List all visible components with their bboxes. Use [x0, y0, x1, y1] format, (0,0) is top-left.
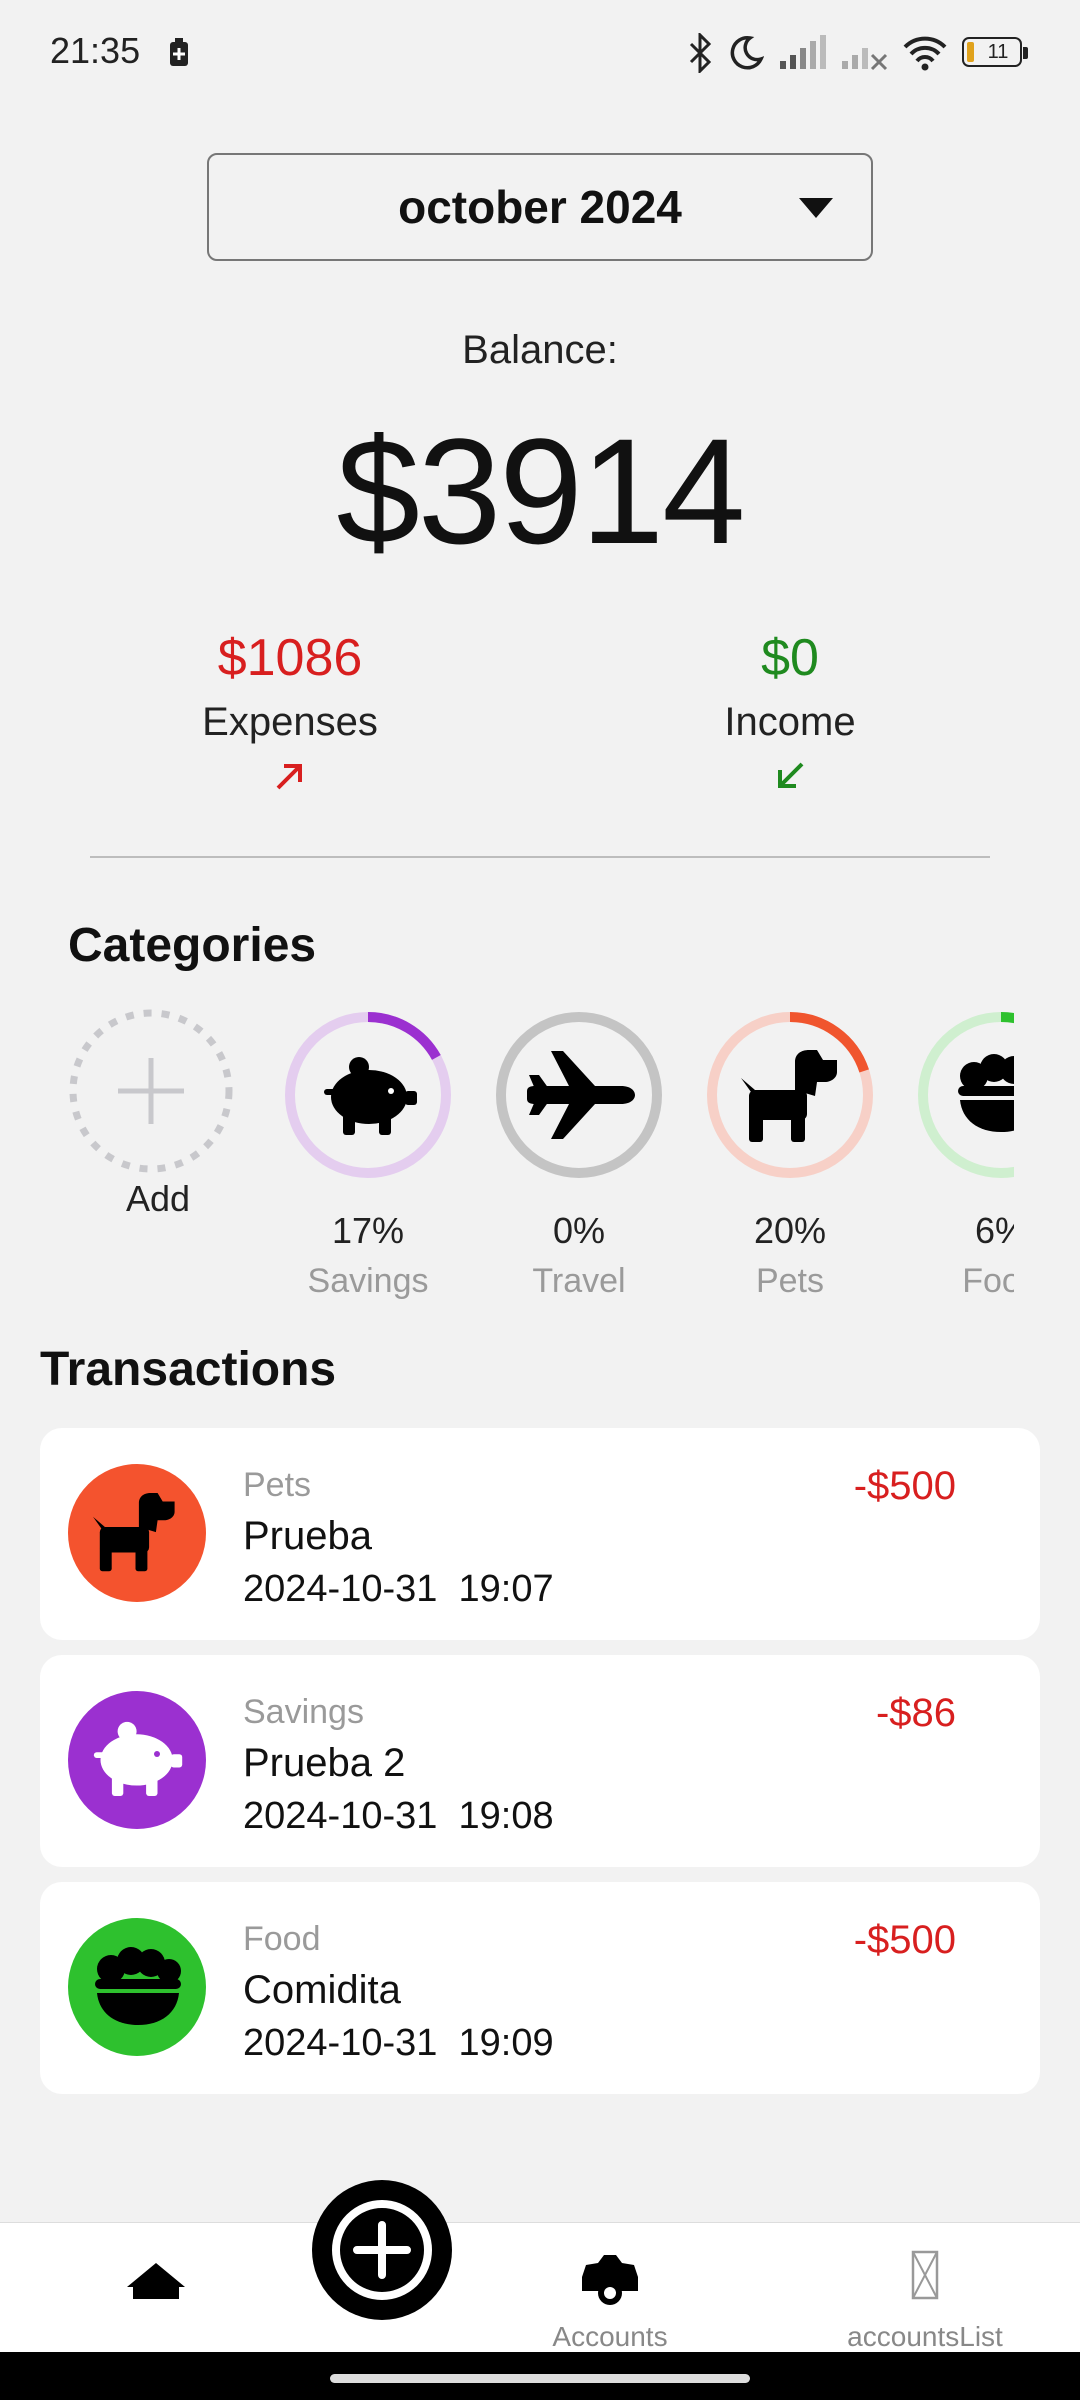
category-name: Travel: [532, 1262, 626, 1300]
nav-accounts[interactable]: Accounts: [520, 2223, 700, 2353]
add-circle-icon: [332, 2200, 432, 2300]
transaction-icon: [68, 1918, 206, 2056]
categories-strip[interactable]: Add 17% Savings 0% Travel 20% Pets 6 Foo: [68, 1000, 1014, 1330]
transaction-title: Comidita: [243, 1968, 401, 2012]
dog-icon: [741, 1050, 837, 1142]
add-category-button[interactable]: Add: [68, 1000, 248, 1330]
status-icons: 11: [688, 28, 1030, 78]
piggy-bank-icon: [324, 1057, 417, 1135]
plane-icon: [527, 1051, 635, 1139]
transaction-title: Prueba: [243, 1514, 372, 1558]
signal-off-icon: [842, 48, 888, 71]
battery-saver-icon: [168, 38, 190, 73]
category-percent: 20%: [753, 1210, 827, 1251]
nav-home[interactable]: [80, 2223, 230, 2353]
add-icon: [69, 1009, 233, 1173]
transaction-datetime: 2024-10-31 19:09: [243, 2022, 554, 2064]
category-ring: [707, 1012, 873, 1178]
category-percent: 0%: [552, 1210, 606, 1251]
category-name: Savings: [307, 1262, 429, 1300]
food-bowl-icon: [958, 1054, 1014, 1132]
transaction-datetime: 2024-10-31 19:08: [243, 1795, 554, 1837]
transaction-amount: -$500: [853, 1918, 956, 1962]
expenses-label: Expenses: [202, 700, 378, 744]
add-transaction-button[interactable]: [312, 2180, 452, 2320]
categories-heading: Categories: [68, 919, 317, 972]
transaction-amount: -$500: [853, 1464, 956, 1508]
transaction-card[interactable]: Food Comidita 2024-10-31 19:09 -$500: [40, 1882, 1040, 2094]
bottom-nav: Accounts accountsList: [0, 2222, 1080, 2353]
transaction-card[interactable]: Pets Prueba 2024-10-31 19:07 -$500: [40, 1428, 1040, 1640]
battery-icon: 11: [962, 37, 1030, 69]
signal-icon: [780, 35, 826, 69]
category-ring: [496, 1012, 662, 1178]
expenses-value: $1086: [217, 629, 363, 687]
nav-accounts-list[interactable]: accountsList: [830, 2223, 1020, 2353]
arrow-down-left-icon: [778, 762, 804, 788]
bluetooth-icon: [689, 33, 712, 73]
transaction-category: Savings: [243, 1693, 364, 1731]
gear-icon: [582, 2255, 638, 2305]
add-label: Add: [125, 1178, 191, 1219]
transaction-amount: -$86: [875, 1691, 956, 1735]
home-indicator[interactable]: [330, 2374, 750, 2383]
caret-down-icon: [799, 198, 833, 218]
nav-label: Accounts: [552, 2321, 668, 2352]
piggy-bank-icon: [93, 1721, 183, 1796]
wifi-icon: [903, 36, 947, 71]
divider: [90, 856, 990, 858]
status-time: 21:35: [50, 30, 141, 71]
category-food[interactable]: 6% Food: [911, 1000, 1014, 1330]
moon-icon: [730, 36, 764, 70]
home-icon: [127, 2263, 185, 2299]
category-savings[interactable]: 17% Savings: [278, 1000, 458, 1330]
category-ring: [285, 1012, 451, 1178]
income-value: $0: [761, 629, 819, 687]
arrow-up-right-icon: [276, 764, 302, 790]
transaction-icon: [68, 1691, 206, 1829]
month-label: october 2024: [398, 181, 682, 233]
category-name: Pets: [755, 1262, 825, 1300]
battery-level: 11: [987, 41, 1009, 63]
transaction-category: Food: [243, 1920, 321, 1958]
transaction-icon: [68, 1464, 206, 1602]
food-bowl-icon: [95, 1947, 181, 2025]
transactions-heading: Transactions: [40, 1343, 337, 1396]
category-percent: 6%: [974, 1210, 1014, 1251]
income-label: Income: [724, 700, 856, 744]
dog-icon: [93, 1493, 175, 1572]
balance-label: Balance:: [462, 328, 618, 372]
category-ring: [918, 1012, 1014, 1178]
nav-label: accountsList: [847, 2321, 1003, 2352]
transaction-datetime: 2024-10-31 19:07: [243, 1568, 554, 1610]
category-name: Food: [962, 1262, 1014, 1300]
category-travel[interactable]: 0% Travel: [489, 1000, 669, 1330]
transaction-category: Pets: [243, 1466, 312, 1504]
balance-value: $3914: [336, 407, 745, 575]
category-percent: 17%: [331, 1210, 405, 1251]
transaction-title: Prueba 2: [243, 1741, 406, 1785]
transaction-card[interactable]: Savings Prueba 2 2024-10-31 19:08 -$86: [40, 1655, 1040, 1867]
category-pets[interactable]: 20% Pets: [700, 1000, 880, 1330]
month-selector[interactable]: october 2024: [207, 153, 873, 261]
missing-image-icon: [911, 2250, 939, 2300]
